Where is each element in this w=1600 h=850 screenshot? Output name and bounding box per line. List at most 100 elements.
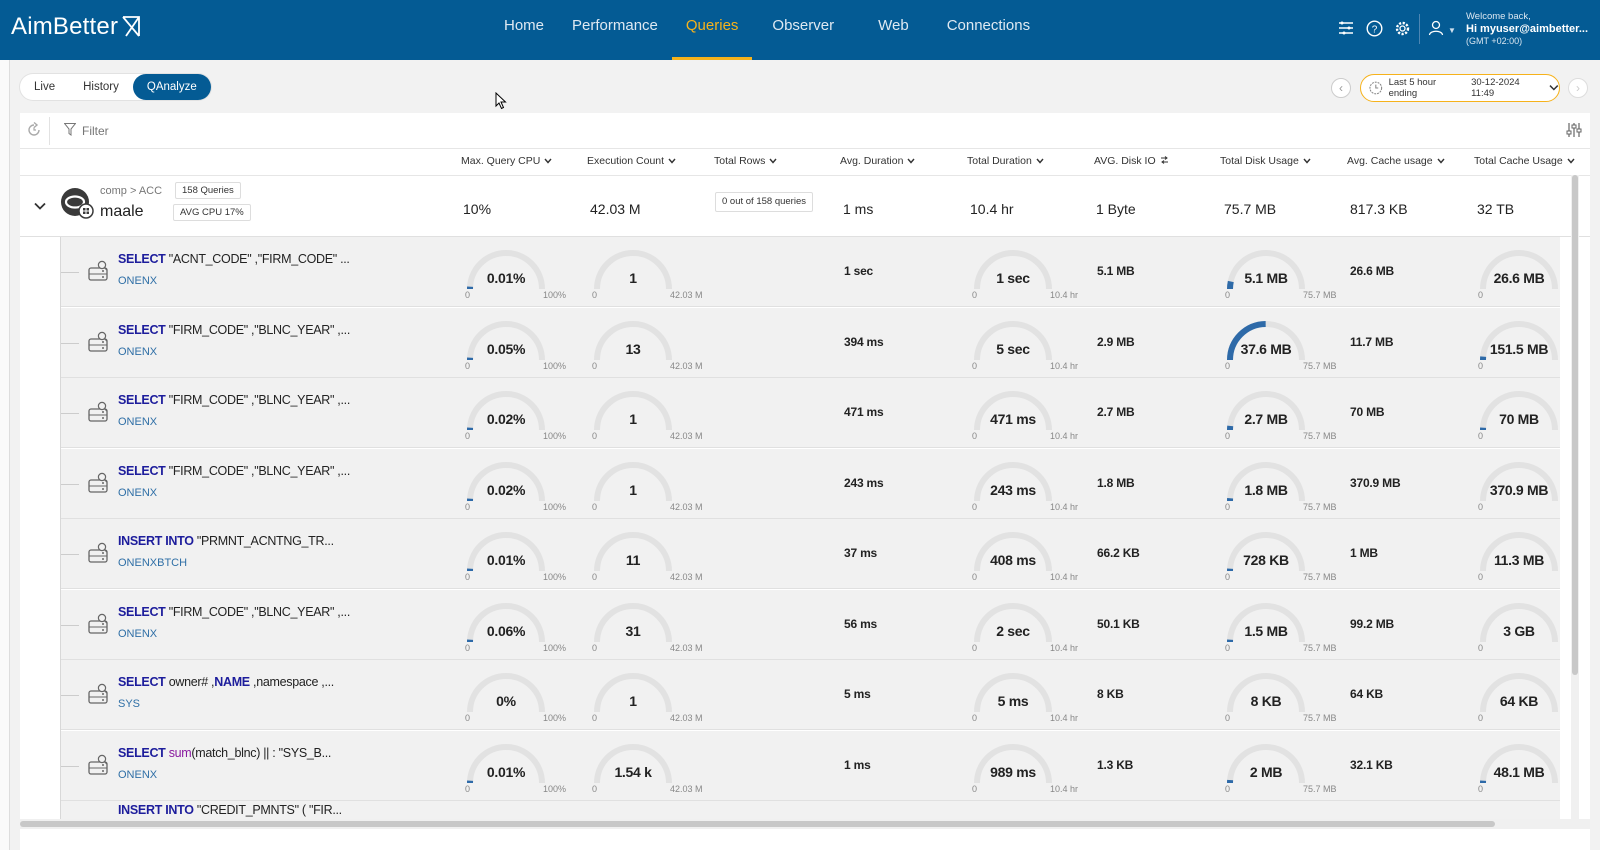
table-row[interactable]: INSERT INTO "CREDIT_PMNTS" ( "FIR... <box>61 801 1560 819</box>
time-prev-button[interactable]: ‹ <box>1331 78 1351 98</box>
table-row[interactable]: SELECT sum(match_blnc) || : "SYS_B... ONE… <box>61 730 1560 801</box>
query-text[interactable]: SELECT "FIRM_CODE" ,"BLNC_YEAR" ,... <box>118 323 350 337</box>
avg-duration-value: 471 ms <box>844 405 884 419</box>
table-row[interactable]: INSERT INTO "PRMNT_ACNTNG_TR... ONENXBTCH… <box>61 519 1560 589</box>
gauge-max: 42.03 M <box>670 290 703 300</box>
gauge-value: 408 ms <box>990 552 1036 568</box>
chevron-down-icon <box>1567 155 1575 167</box>
user-welcome[interactable]: Welcome back, Hi myuser@aimbetter... (GM… <box>1466 11 1588 47</box>
column-header[interactable]: Max. Query CPU <box>461 155 552 167</box>
group-exec-count: 42.03 M <box>590 201 641 217</box>
column-header[interactable]: Avg. Duration <box>840 155 915 167</box>
collapse-chevron-icon[interactable] <box>34 198 46 213</box>
column-header[interactable]: Total Cache Usage <box>1474 155 1575 167</box>
table-row[interactable]: SELECT owner# ,NAME ,namespace ,... SYS 0%… <box>61 660 1560 730</box>
table-row[interactable]: SELECT "FIRM_CODE" ,"BLNC_YEAR" ,... ONEN… <box>61 307 1560 378</box>
svg-text:?: ? <box>1371 24 1377 35</box>
gauge-min: 0 <box>1478 290 1484 300</box>
exec-count-gauge: 13 0 42.03 M <box>588 316 703 372</box>
gauge-value: 11.3 MB <box>1493 552 1545 568</box>
tab-qanalyze[interactable]: QAnalyze <box>132 74 211 100</box>
gear-icon[interactable] <box>1392 18 1412 38</box>
query-text[interactable]: SELECT "ACNT_CODE" ,"FIRM_CODE" ... <box>118 252 350 266</box>
query-text[interactable]: SELECT "FIRM_CODE" ,"BLNC_YEAR" ,... <box>118 393 350 407</box>
chevron-down-icon <box>769 155 777 167</box>
time-range-selector[interactable]: Last 5 hour ending 30-12-2024 11:49 <box>1360 74 1560 102</box>
gauge-value: 2 sec <box>996 622 1030 639</box>
query-text[interactable]: SELECT "FIRM_CODE" ,"BLNC_YEAR" ,... <box>118 605 350 619</box>
vertical-scrollbar[interactable] <box>1571 175 1579 819</box>
query-text[interactable]: SELECT sum(match_blnc) || : "SYS_B... <box>118 746 331 760</box>
tab-live[interactable]: Live <box>20 74 69 100</box>
table-row[interactable]: SELECT "FIRM_CODE" ,"BLNC_YEAR" ,... ONEN… <box>61 378 1560 448</box>
gauge-max: 75.7 MB <box>1303 290 1337 300</box>
gauge-value: 471 ms <box>990 411 1036 427</box>
table-row[interactable]: SELECT "FIRM_CODE" ,"BLNC_YEAR" ,... ONEN… <box>61 448 1560 519</box>
user-icon[interactable] <box>1428 20 1444 41</box>
gauge-value: 2.7 MB <box>1244 411 1288 427</box>
exec-count-gauge: 1 0 42.03 M <box>588 668 703 724</box>
gauge-min: 0 <box>465 431 471 441</box>
total-cache-gauge: 11.3 MB 0 <box>1474 527 1560 583</box>
refresh-icon[interactable] <box>26 122 42 138</box>
gauge-max: 10.4 hr <box>1050 360 1079 371</box>
query-text[interactable]: SELECT owner# ,NAME ,namespace ,... <box>118 675 334 689</box>
column-header[interactable]: Total Duration <box>967 155 1044 167</box>
gauge-value: 0.01% <box>486 270 526 286</box>
tasks-icon[interactable] <box>1336 18 1356 38</box>
horizontal-scroll-thumb[interactable] <box>20 821 1495 827</box>
nav-web[interactable]: Web <box>864 0 923 60</box>
tab-history[interactable]: History <box>69 74 133 100</box>
collapsed-sidebar[interactable] <box>0 60 10 850</box>
table-row[interactable]: SELECT "ACNT_CODE" ,"FIRM_CODE" ... ONENX… <box>61 237 1560 307</box>
avg-cpu-badge: AVG CPU 17% <box>173 204 251 221</box>
gauge-min: 0 <box>972 290 978 300</box>
avg-duration-value: 56 ms <box>844 616 878 631</box>
query-db-icon <box>87 330 111 359</box>
app-logo[interactable]: AimBetter <box>11 13 142 41</box>
nav-home[interactable]: Home <box>490 0 558 60</box>
column-header[interactable]: Total Disk Usage <box>1220 155 1311 167</box>
mouse-cursor-icon <box>495 92 507 110</box>
query-text[interactable]: INSERT INTO "PRMNT_ACNTNG_TR... <box>118 534 334 548</box>
chevron-down-icon <box>1437 155 1445 167</box>
column-settings-icon[interactable] <box>1566 122 1582 138</box>
column-header[interactable]: Avg. Cache usage <box>1347 155 1445 167</box>
table-row[interactable]: SELECT "FIRM_CODE" ,"BLNC_YEAR" ,... ONEN… <box>61 589 1560 660</box>
query-db-icon <box>87 541 111 570</box>
help-icon[interactable]: ? <box>1364 18 1384 38</box>
query-db-icon <box>87 753 111 782</box>
query-db-icon <box>87 259 111 288</box>
chevron-down-icon <box>907 155 915 167</box>
tree-connector <box>61 554 79 555</box>
horizontal-scrollbar[interactable] <box>20 819 1590 829</box>
time-range-value: 30-12-2024 11:49 <box>1471 77 1520 99</box>
gauge-value: 0.05% <box>486 340 526 357</box>
gauge-value: 26.6 MB <box>1493 270 1545 286</box>
group-row[interactable]: comp > ACC maale 158 Queries AVG CPU 17%… <box>20 175 1590 237</box>
nav-observer[interactable]: Observer <box>758 0 848 60</box>
query-text[interactable]: SELECT "FIRM_CODE" ,"BLNC_YEAR" ,... <box>118 464 350 478</box>
total-disk-gauge: 37.6 MB 0 75.7 MB <box>1221 316 1337 372</box>
column-header[interactable]: Execution Count <box>587 155 676 167</box>
column-header[interactable]: Total Rows <box>714 155 777 167</box>
nav-connections[interactable]: Connections <box>933 0 1044 60</box>
gauge-value: 1.54 k <box>614 763 652 780</box>
filter-input[interactable] <box>78 120 478 142</box>
vertical-scroll-thumb[interactable] <box>1572 175 1578 675</box>
user-menu-chevron-down-icon[interactable]: ▼ <box>1448 26 1456 35</box>
gauge-value: 1 <box>629 270 637 286</box>
nav-performance[interactable]: Performance <box>558 0 672 60</box>
max-cpu-gauge: 0.01% 0 100% <box>461 527 571 583</box>
filter-bar <box>20 113 1590 149</box>
total-duration-gauge: 2 sec 0 10.4 hr <box>968 598 1078 654</box>
gauge-value: 370.9 MB <box>1489 481 1549 498</box>
gauge-value: 151.5 MB <box>1489 340 1549 357</box>
gauge-value: 728 KB <box>1243 552 1289 568</box>
query-schema: ONENX <box>118 627 158 640</box>
time-next-button[interactable]: › <box>1568 78 1588 98</box>
column-header[interactable]: AVG. Disk IO <box>1094 155 1169 167</box>
nav-queries[interactable]: Queries <box>671 0 753 60</box>
gauge-value: 37.6 MB <box>1240 340 1292 357</box>
gauge-min: 0 <box>465 290 471 300</box>
